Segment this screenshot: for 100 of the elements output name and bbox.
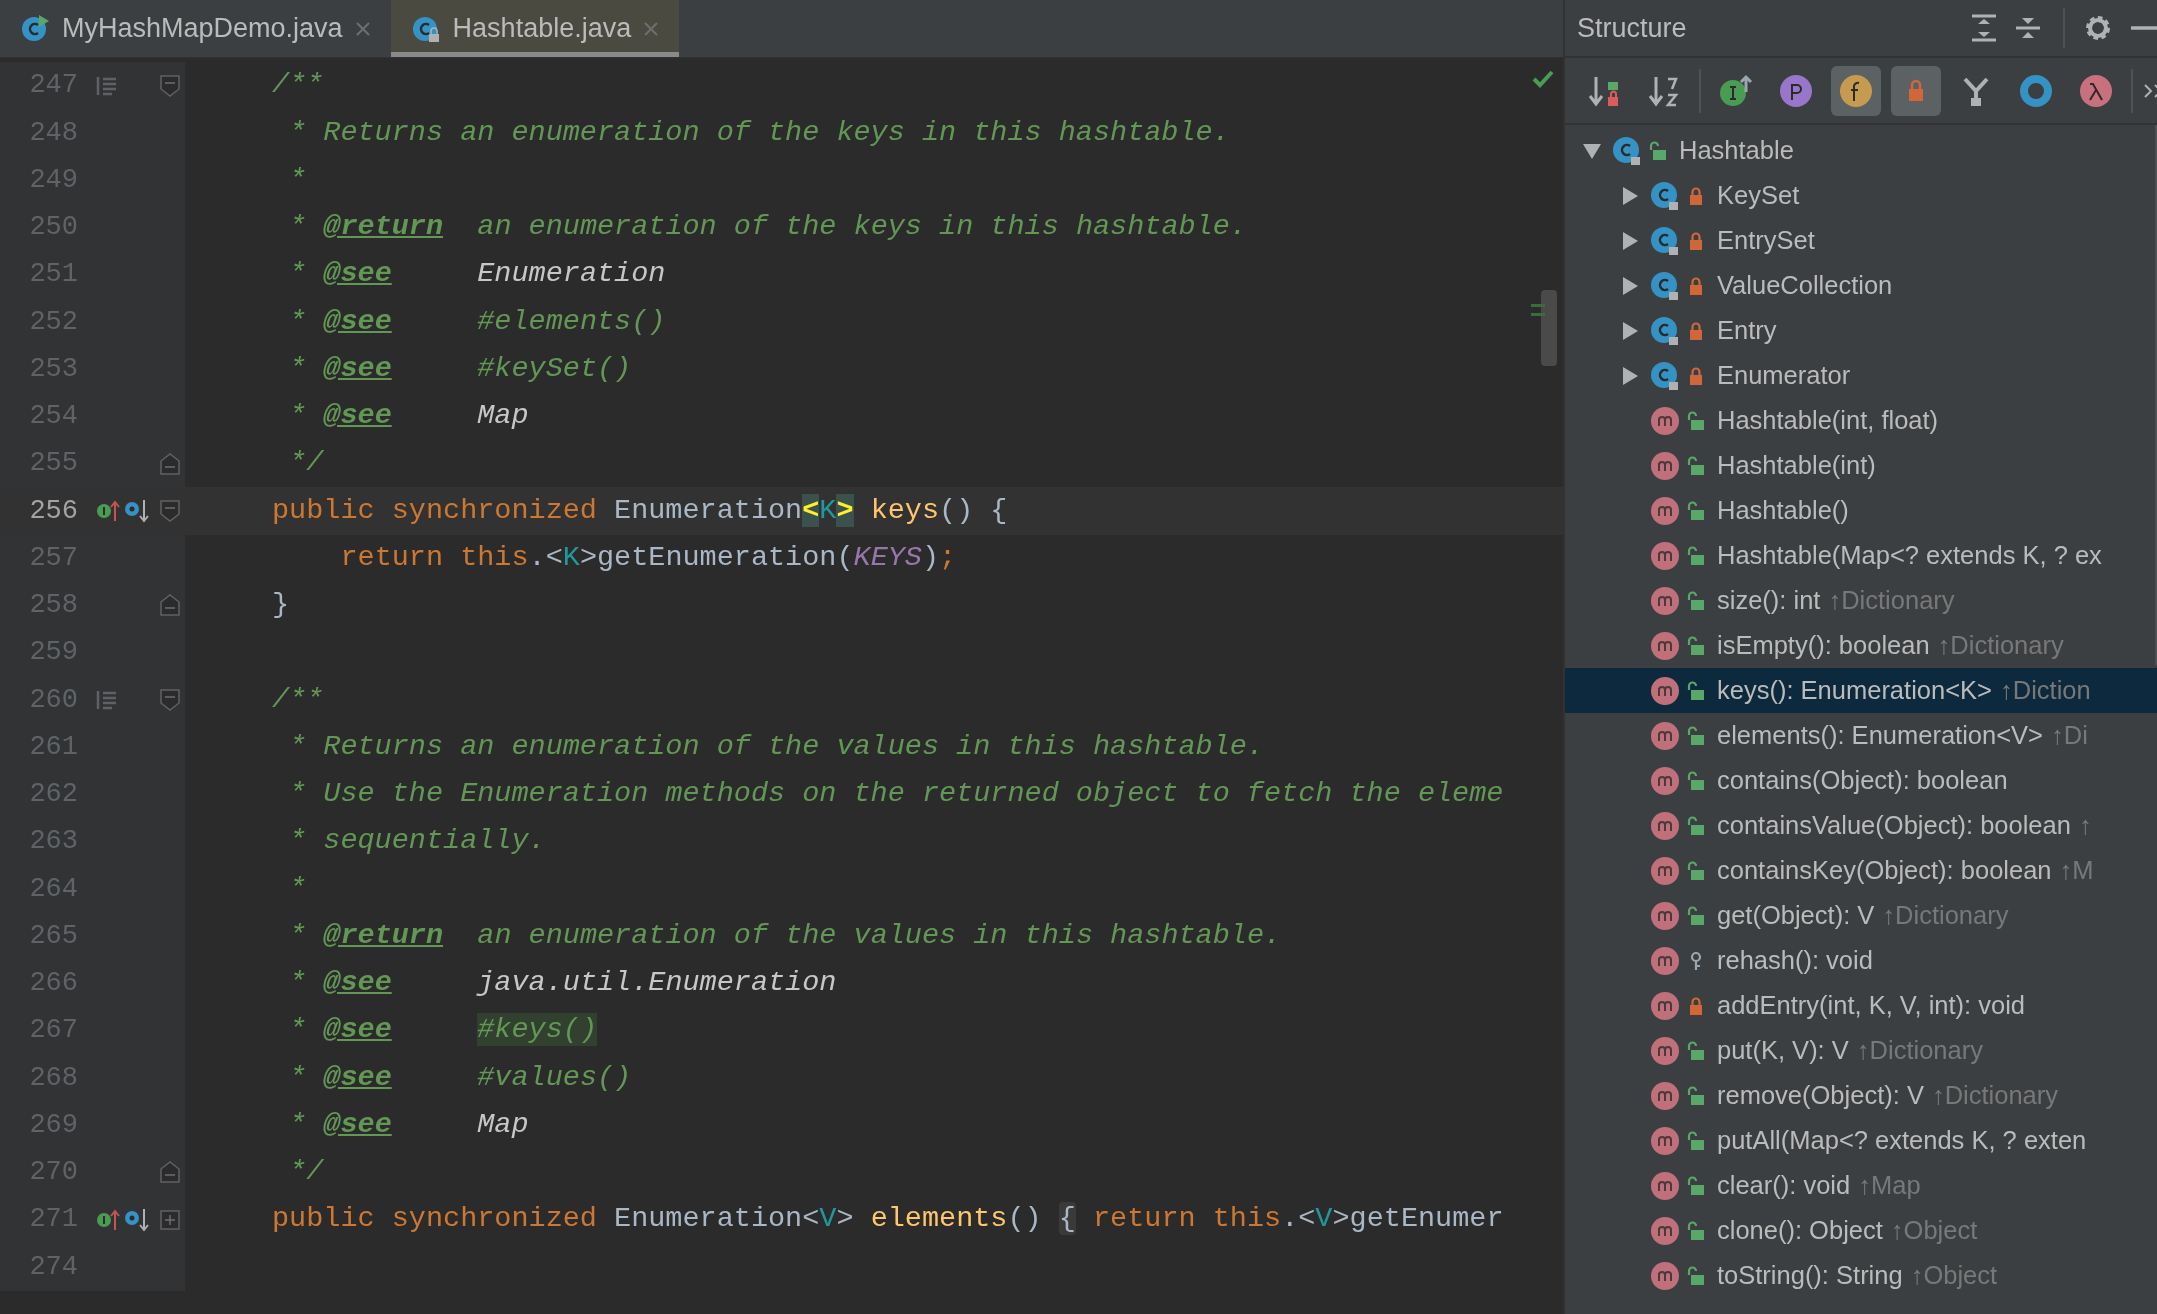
ring-icon [2019, 73, 2053, 108]
expand-arrow-icon[interactable] [1620, 275, 1640, 296]
open-lock-icon [1687, 1040, 1705, 1061]
tree-item[interactable]: Entry [1565, 308, 2157, 353]
tree-item[interactable]: EntrySet [1565, 218, 2157, 263]
settings-icon[interactable] [2083, 13, 2113, 43]
expand-all-icon[interactable] [1969, 13, 1999, 43]
inherited-from-label: ↑ [2078, 810, 2092, 842]
tree-item[interactable]: putAll(Map<? extends K, ? exten [1565, 1118, 2157, 1163]
open-lock-icon [1687, 1265, 1705, 1286]
inherited-from-label: ↑Object [1890, 1215, 1978, 1247]
toolbar-toggle[interactable] [1831, 65, 1881, 116]
tree-item[interactable]: keys(): Enumeration<K> ↑Diction [1565, 668, 2157, 713]
tree-item[interactable]: addEntry(int, K, V, int): void [1565, 983, 2157, 1028]
tree-item[interactable]: ValueCollection [1565, 263, 2157, 308]
tree-item[interactable]: Hashtable(Map<? extends K, ? ex [1565, 533, 2157, 578]
tree-item[interactable]: elements(): Enumeration<V> ↑Di [1565, 713, 2157, 758]
code-line: * @see #keys() [288, 1012, 597, 1049]
tree-item-label: get(Object): V [1717, 900, 1875, 932]
properties-icon [1779, 73, 1813, 108]
implements-up-icon[interactable] [96, 1207, 120, 1232]
lambda-icon [2079, 73, 2113, 108]
tree-item[interactable]: clear(): void ↑Map [1565, 1163, 2157, 1208]
tree-item-label: rehash(): void [1717, 945, 1873, 977]
tree-item[interactable]: get(Object): V ↑Dictionary [1565, 893, 2157, 938]
method-icon [1650, 1260, 1680, 1291]
overridden-down-icon[interactable] [124, 1206, 150, 1233]
expand-arrow-icon[interactable] [1620, 230, 1640, 251]
tree-item[interactable]: Hashtable(int, float) [1565, 398, 2157, 443]
tree-item[interactable]: containsValue(Object): boolean ↑ [1565, 803, 2157, 848]
expand-arrow-icon[interactable] [1620, 320, 1640, 341]
expand-arrow-icon[interactable] [1620, 365, 1640, 386]
fold-start-icon[interactable] [160, 688, 180, 711]
inherited-from-label: ↑M [2059, 855, 2094, 887]
tree-item[interactable]: toString(): String ↑Object [1565, 1253, 2157, 1298]
tree-item-label: put(K, V): V [1717, 1035, 1849, 1067]
tree-item-label: EntrySet [1717, 225, 1815, 257]
open-lock-icon [1687, 1220, 1705, 1241]
tree-item[interactable]: Enumerator [1565, 353, 2157, 398]
tree-item[interactable]: isEmpty(): boolean ↑Dictionary [1565, 623, 2157, 668]
code-line: * Returns an enumeration of the values in this hashtable. [288, 728, 1264, 765]
key-icon [1689, 950, 1703, 971]
fold-start-icon[interactable] [160, 499, 180, 522]
open-lock-icon [1687, 455, 1705, 476]
code-line: * @see Map [288, 398, 529, 434]
tree-item[interactable]: rehash(): void [1565, 938, 2157, 983]
fold-end-icon[interactable] [160, 594, 180, 617]
expand-arrow-icon[interactable] [1620, 185, 1640, 206]
tree-item[interactable]: size(): int ↑Dictionary [1565, 578, 2157, 623]
implements-up-icon[interactable] [96, 498, 120, 523]
inherited-from-label: ↑Di [2051, 720, 2088, 752]
method-icon [1650, 1170, 1680, 1201]
class-icon [1650, 270, 1680, 301]
method-icon [1650, 495, 1680, 526]
inherited-from-label: ↑Dictionary [1931, 1080, 2058, 1112]
overridden-down-icon[interactable] [124, 497, 150, 524]
open-lock-icon [1687, 545, 1705, 566]
method-icon [1650, 450, 1680, 481]
file-tab[interactable]: MyHashMapDemo.java [0, 0, 391, 57]
fold-end-icon[interactable] [160, 1161, 180, 1184]
tree-item-label: putAll(Map<? extends K, ? exten [1717, 1125, 2087, 1157]
tree-item-label: containsKey(Object): boolean [1717, 855, 2052, 887]
code-line: * Use the Enumeration methods on the returned object to fetch the eleme [288, 776, 1504, 812]
lock-icon [1688, 320, 1704, 341]
tree-item[interactable]: Hashtable(int) [1565, 443, 2157, 488]
minimize-icon[interactable] [2131, 23, 2157, 33]
method-icon [1650, 405, 1680, 436]
tab-label: Hashtable.java [452, 12, 632, 46]
panel-title: Structure [1577, 11, 1688, 45]
code-line: * [288, 161, 307, 198]
change-marker [1531, 304, 1545, 316]
tree-item[interactable]: put(K, V): V ↑Dictionary [1565, 1028, 2157, 1073]
open-lock-icon [1687, 590, 1705, 611]
tree-item[interactable]: containsKey(Object): boolean ↑M [1565, 848, 2157, 893]
method-icon [1650, 1215, 1680, 1246]
fold-start-icon[interactable] [160, 74, 180, 97]
tree-item-label: KeySet [1717, 180, 1800, 212]
tree-item[interactable]: clone(): Object ↑Object [1565, 1208, 2157, 1253]
open-lock-icon [1687, 860, 1705, 881]
tree-item-label: elements(): Enumeration<V> [1717, 720, 2043, 752]
tree-item-label: remove(Object): V [1717, 1080, 1924, 1112]
tree-item[interactable]: contains(Object): boolean [1565, 758, 2157, 803]
tree-item[interactable]: KeySet [1565, 173, 2157, 218]
inherited-from-label: ↑Dictionary [1856, 1035, 1983, 1067]
toolbar-toggle[interactable] [1891, 65, 1941, 116]
file-tab[interactable]: Hashtable.java [390, 0, 680, 57]
code-line: * Returns an enumeration of the keys in this hashtable. [288, 114, 1230, 151]
tree-item-label: ValueCollection [1717, 270, 1893, 302]
tree-item[interactable]: remove(Object): V ↑Dictionary [1565, 1073, 2157, 1118]
scrollbar-thumb[interactable] [1541, 290, 1557, 366]
code-line: /** [272, 681, 324, 718]
code-line: * @see #values() [288, 1059, 632, 1096]
method-icon [1650, 945, 1680, 976]
fold-end-icon[interactable] [160, 452, 180, 475]
tree-item[interactable]: Hashtable [1565, 128, 2157, 173]
tree-item[interactable]: Hashtable() [1565, 488, 2157, 533]
method-icon [1650, 585, 1680, 616]
class-icon [1612, 135, 1642, 166]
tree-item-label: Hashtable(int, float) [1717, 405, 1939, 437]
code-line: * @see #elements() [288, 303, 666, 340]
